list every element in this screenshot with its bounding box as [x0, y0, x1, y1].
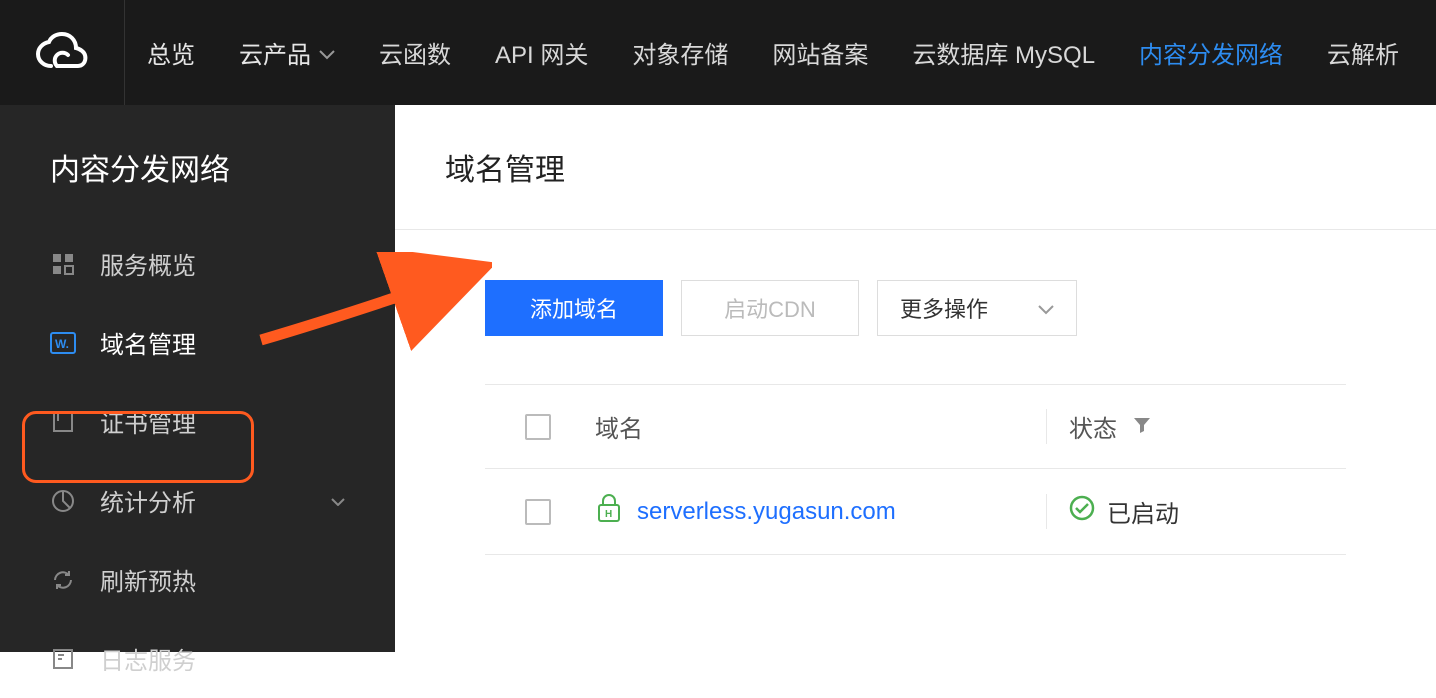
nav-beian[interactable]: 网站备案: [750, 0, 890, 105]
sidebar-title: 内容分发网络: [0, 145, 395, 224]
sidebar-item-cert[interactable]: 证书管理: [0, 382, 395, 461]
sidebar-item-overview[interactable]: 服务概览: [0, 224, 395, 303]
sidebar-item-label: 域名管理: [100, 325, 196, 360]
sidebar-item-domain[interactable]: W. 域名管理: [0, 303, 395, 382]
caret-down-icon: [331, 490, 345, 511]
nav-cos[interactable]: 对象存储: [610, 0, 750, 105]
main-content: 域名管理 添加域名 启动CDN 更多操作 域名 状态: [395, 105, 1436, 652]
https-lock-icon: H: [595, 493, 623, 530]
nav-products[interactable]: 云产品: [217, 0, 357, 105]
nav-scf[interactable]: 云函数: [357, 0, 473, 105]
action-buttons: 添加域名 启动CDN 更多操作: [485, 280, 1386, 336]
sidebar-item-stats[interactable]: 统计分析: [0, 461, 395, 540]
status-text: 已启动: [1107, 494, 1179, 529]
caret-down-icon: [319, 39, 335, 67]
row-checkbox[interactable]: [525, 499, 551, 525]
table-header: 域名 状态: [485, 385, 1346, 469]
sidebar-item-label: 证书管理: [100, 404, 196, 439]
nav-overview[interactable]: 总览: [125, 0, 217, 105]
domain-table: 域名 状态 H serverless.yugasun.com: [485, 384, 1346, 555]
select-all-checkbox[interactable]: [525, 414, 551, 440]
certificate-icon: [50, 409, 76, 435]
add-domain-button[interactable]: 添加域名: [485, 280, 663, 336]
nav-dns[interactable]: 云解析: [1305, 0, 1421, 105]
sidebar-item-label: 统计分析: [100, 483, 196, 518]
column-domain[interactable]: 域名: [595, 409, 1046, 444]
top-nav: 总览 云产品 云函数 API 网关 对象存储 网站备案 云数据库 MySQL 内…: [125, 0, 1421, 105]
cloud-logo-icon: [35, 32, 89, 74]
sidebar: 内容分发网络 服务概览 W. 域名管理 证书管理 统计分析: [0, 105, 395, 652]
globe-icon: W.: [50, 330, 76, 356]
more-actions-dropdown[interactable]: 更多操作: [877, 280, 1077, 336]
page-title: 域名管理: [445, 145, 1386, 189]
refresh-icon: [50, 567, 76, 593]
success-icon: [1069, 495, 1095, 528]
table-row: H serverless.yugasun.com 已启动: [485, 469, 1346, 554]
sidebar-item-label: 刷新预热: [100, 562, 196, 597]
nav-mysql[interactable]: 云数据库 MySQL: [890, 0, 1117, 105]
filter-icon[interactable]: [1133, 413, 1151, 441]
caret-down-icon: [1038, 295, 1054, 321]
logo[interactable]: [0, 0, 125, 105]
sidebar-item-label: 服务概览: [100, 246, 196, 281]
nav-cdn[interactable]: 内容分发网络: [1117, 0, 1305, 105]
sidebar-item-label: 日志服务: [100, 641, 196, 676]
pie-chart-icon: [50, 488, 76, 514]
column-status[interactable]: 状态: [1046, 409, 1346, 444]
start-cdn-button[interactable]: 启动CDN: [681, 280, 859, 336]
log-icon: [50, 646, 76, 672]
dashboard-icon: [50, 251, 76, 277]
sidebar-item-refresh[interactable]: 刷新预热: [0, 540, 395, 619]
svg-text:W.: W.: [55, 337, 69, 351]
topbar: 总览 云产品 云函数 API 网关 对象存储 网站备案 云数据库 MySQL 内…: [0, 0, 1436, 105]
domain-link[interactable]: serverless.yugasun.com: [637, 498, 896, 526]
sidebar-item-logs[interactable]: 日志服务: [0, 619, 395, 698]
svg-text:H: H: [605, 509, 612, 520]
nav-apigw[interactable]: API 网关: [473, 0, 610, 105]
